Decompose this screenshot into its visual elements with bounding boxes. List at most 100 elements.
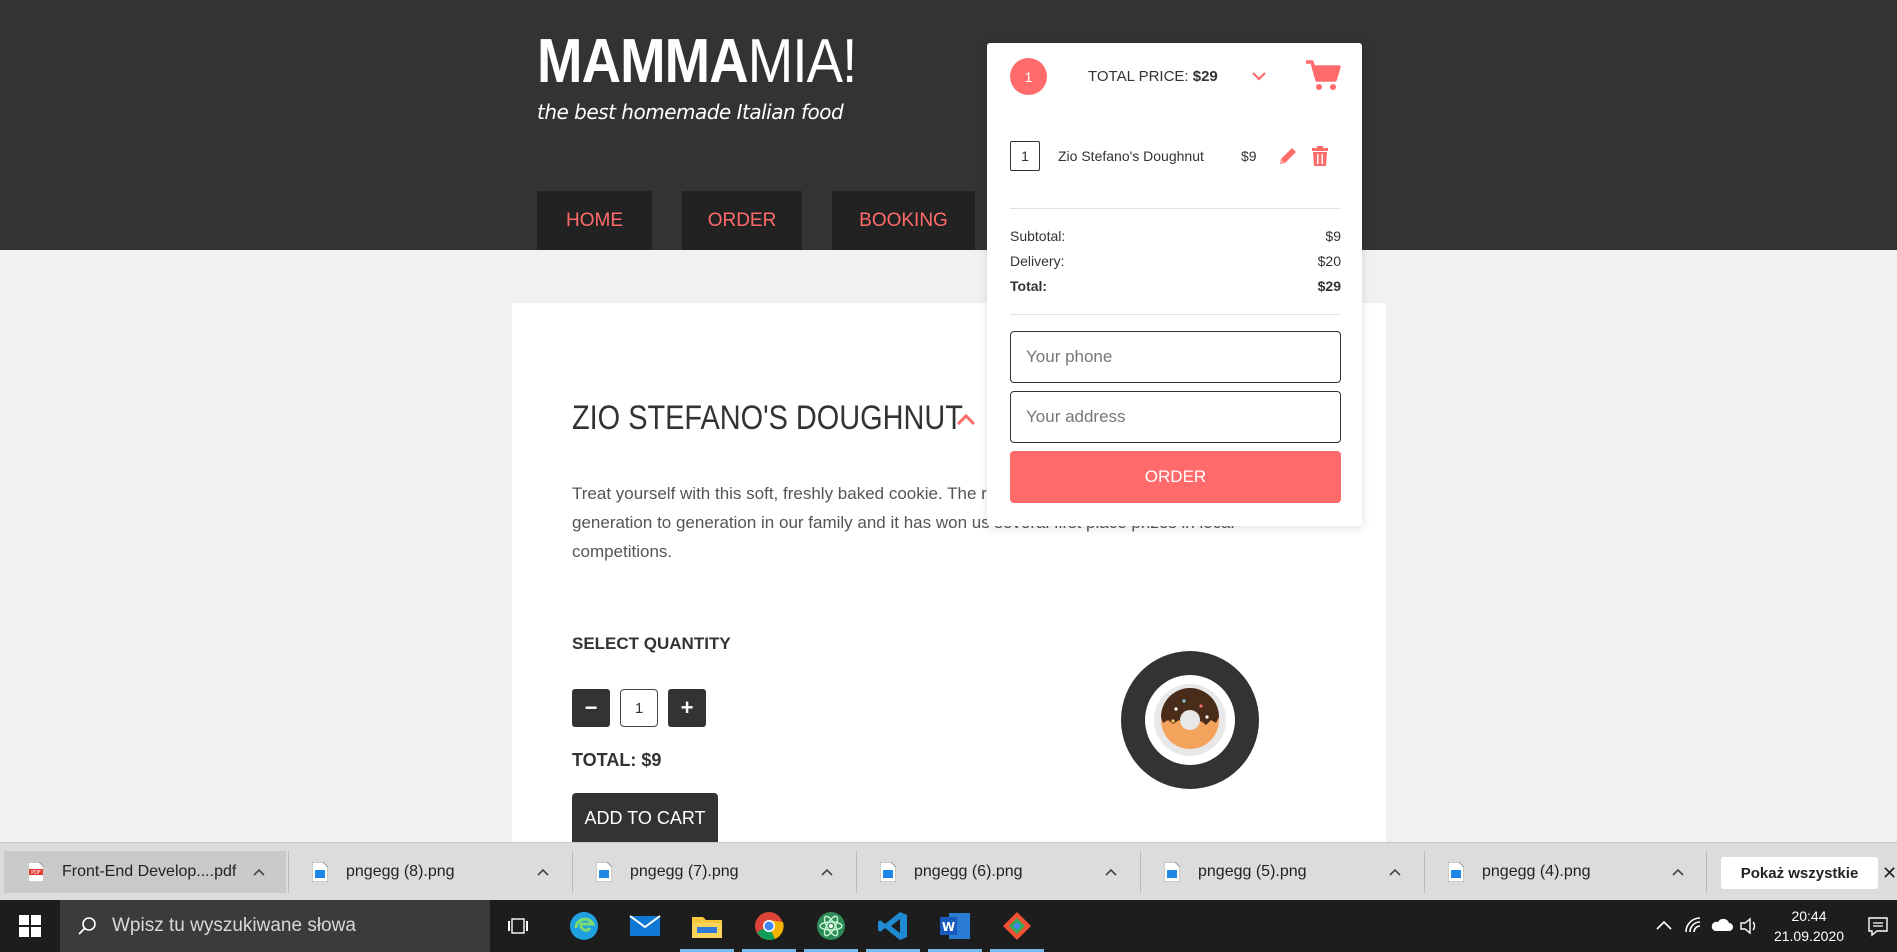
- site-tagline: the best homemade Italian food: [537, 100, 844, 124]
- trash-icon[interactable]: [1310, 145, 1330, 167]
- phone-input[interactable]: Your phone: [1010, 331, 1341, 383]
- chevron-up-icon[interactable]: [1104, 865, 1118, 879]
- site-logo[interactable]: MAMMAMIA!: [537, 26, 858, 98]
- taskbar-search-box[interactable]: Wpisz tu wyszukiwane słowa: [60, 900, 490, 952]
- delivery-label: Delivery:: [1010, 253, 1065, 269]
- total-price-label: TOTAL PRICE:: [1088, 68, 1189, 85]
- cart-item-name: Zio Stefano's Doughnut: [1058, 148, 1204, 164]
- cart-item-price: $9: [1241, 148, 1257, 164]
- add-to-cart-button[interactable]: ADD TO CART: [572, 793, 718, 843]
- clock-time: 20:44: [1791, 908, 1827, 924]
- notifications-icon[interactable]: [1866, 914, 1890, 938]
- word-icon: W: [940, 913, 970, 939]
- image-file-icon: [880, 862, 896, 882]
- search-icon: [78, 917, 96, 935]
- task-view-icon: [508, 918, 528, 934]
- edge-icon: [570, 912, 598, 940]
- site-header: MAMMAMIA! the best homemade Italian food…: [0, 0, 1897, 250]
- product-total: TOTAL: $9: [572, 750, 662, 770]
- chevron-up-icon[interactable]: [252, 865, 266, 879]
- logo-bold-text: MAMMA: [537, 27, 749, 96]
- cart-total-price: TOTAL PRICE: $29: [1088, 68, 1218, 85]
- download-file-name: Front-End Develop....pdf: [62, 863, 237, 880]
- download-item[interactable]: pngegg (5).png: [1140, 851, 1422, 893]
- address-input[interactable]: Your address: [1010, 391, 1341, 443]
- nav-booking[interactable]: BOOKING: [832, 191, 975, 250]
- doughnut-image: [1121, 651, 1259, 789]
- chevron-up-icon[interactable]: [536, 865, 550, 879]
- chevron-up-icon[interactable]: [1652, 914, 1676, 938]
- search-placeholder: Wpisz tu wyszukiwane słowa: [112, 915, 356, 936]
- pencil-icon[interactable]: [1277, 145, 1299, 167]
- quantity-label: SELECT QUANTITY: [572, 634, 731, 653]
- cart-dropdown: 1 TOTAL PRICE: $29 1 Zio Stefano's Dough…: [987, 43, 1362, 526]
- cart-item-quantity[interactable]: 1: [1010, 141, 1040, 171]
- image-file-icon: [596, 862, 612, 882]
- start-button[interactable]: [0, 900, 60, 952]
- download-item[interactable]: pngegg (7).png: [572, 851, 854, 893]
- git-icon: [1003, 912, 1031, 940]
- chevron-up-icon[interactable]: [820, 865, 834, 879]
- taskbar-app-edge[interactable]: [555, 900, 613, 952]
- order-button[interactable]: ORDER: [1010, 451, 1341, 503]
- quantity-input[interactable]: 1: [620, 689, 658, 727]
- chevron-up-icon[interactable]: [1671, 865, 1685, 879]
- image-file-icon: [1164, 862, 1180, 882]
- cart-count-badge: 1: [1010, 58, 1047, 95]
- volume-icon[interactable]: [1738, 914, 1762, 938]
- taskbar-app-gitkraken[interactable]: [988, 900, 1046, 952]
- download-item[interactable]: pngegg (8).png: [288, 851, 570, 893]
- download-item[interactable]: PDF Front-End Develop....pdf: [4, 851, 286, 893]
- task-view-button[interactable]: [491, 900, 549, 952]
- clock[interactable]: 20:44 21.09.2020: [1764, 906, 1854, 946]
- chevron-up-icon[interactable]: [954, 408, 978, 432]
- image-file-icon: [312, 862, 328, 882]
- chrome-icon: [755, 912, 784, 941]
- chevron-down-icon[interactable]: [1250, 67, 1268, 85]
- taskbar-app-file-explorer[interactable]: [678, 900, 736, 952]
- decrease-quantity-button[interactable]: −: [572, 689, 610, 727]
- download-file-name: pngegg (5).png: [1198, 863, 1307, 880]
- logo-thin-text: MIA!: [747, 27, 858, 96]
- chevron-up-icon[interactable]: [1388, 865, 1402, 879]
- delivery-value: $20: [1317, 253, 1341, 269]
- taskbar-app-vscode[interactable]: [864, 900, 922, 952]
- product-title: ZIO STEFANO'S DOUGHNUT: [572, 399, 963, 437]
- show-all-downloads-button[interactable]: Pokaż wszystkie: [1721, 857, 1878, 889]
- total-value: $29: [1317, 278, 1341, 294]
- atom-icon: [817, 912, 845, 940]
- nav-order[interactable]: ORDER: [682, 191, 802, 250]
- total-label: Total:: [1010, 278, 1048, 294]
- subtotal-row: Subtotal: $9: [1010, 228, 1341, 244]
- total-row: Total: $29: [1010, 278, 1341, 294]
- cart-divider: [1010, 208, 1341, 209]
- image-file-icon: [1448, 862, 1464, 882]
- clock-date: 21.09.2020: [1773, 928, 1845, 944]
- taskbar-app-word[interactable]: W: [926, 900, 984, 952]
- main-nav: HOME ORDER BOOKING: [537, 191, 975, 250]
- total-price-value: $29: [1192, 68, 1218, 85]
- download-file-name: pngegg (8).png: [346, 863, 455, 880]
- increase-quantity-button[interactable]: +: [668, 689, 706, 727]
- subtotal-value: $9: [1325, 228, 1341, 244]
- svg-text:PDF: PDF: [31, 870, 41, 876]
- downloads-bar: PDF Front-End Develop....pdf pngegg (8).…: [0, 842, 1897, 900]
- windows-logo-icon: [19, 915, 41, 937]
- nav-home[interactable]: HOME: [537, 191, 652, 250]
- taskbar-app-mail[interactable]: [616, 900, 674, 952]
- wifi-icon[interactable]: [1682, 914, 1706, 938]
- download-item[interactable]: pngegg (4).png: [1424, 851, 1706, 893]
- taskbar-app-atom[interactable]: [802, 900, 860, 952]
- vscode-icon: [878, 912, 907, 940]
- mail-icon: [629, 915, 661, 936]
- onedrive-cloud-icon[interactable]: [1710, 914, 1734, 938]
- download-file-name: pngegg (6).png: [914, 863, 1023, 880]
- description-line: competitions.: [572, 542, 673, 561]
- download-file-name: pngegg (7).png: [630, 863, 739, 880]
- close-icon[interactable]: ✕: [1882, 863, 1897, 884]
- folder-icon: [692, 917, 722, 938]
- download-item[interactable]: pngegg (6).png: [856, 851, 1138, 893]
- download-file-name: pngegg (4).png: [1482, 863, 1591, 880]
- taskbar-app-chrome[interactable]: [740, 900, 798, 952]
- shopping-cart-icon[interactable]: [1305, 60, 1341, 92]
